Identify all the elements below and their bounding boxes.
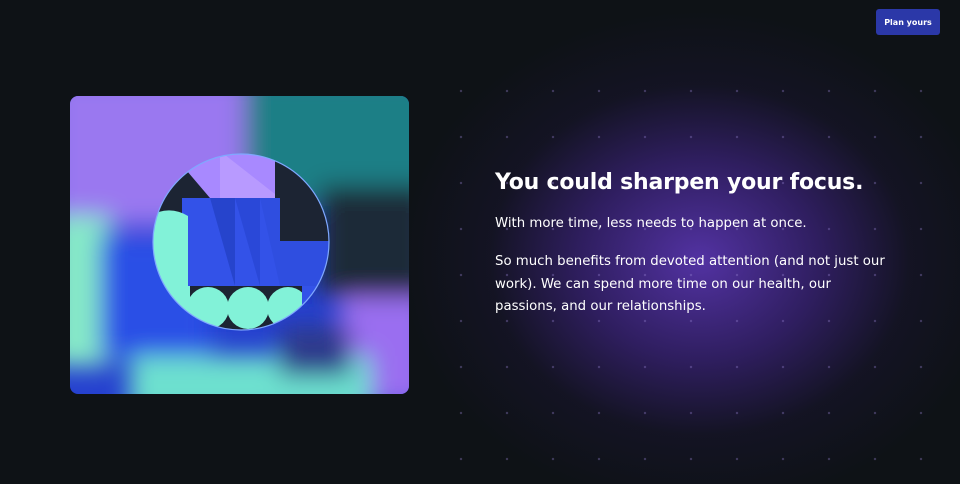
headline: You could sharpen your focus. [495,170,864,195]
intro-paragraph: With more time, less needs to happen at … [495,216,807,231]
abstract-geometric-icon [70,96,409,394]
hero-illustration [70,96,409,394]
body-paragraph: So much benefits from devoted attention … [495,254,885,314]
page: Plan yours You could sharpen your focus.… [0,0,960,484]
plan-yours-button[interactable]: Plan yours [876,9,940,35]
